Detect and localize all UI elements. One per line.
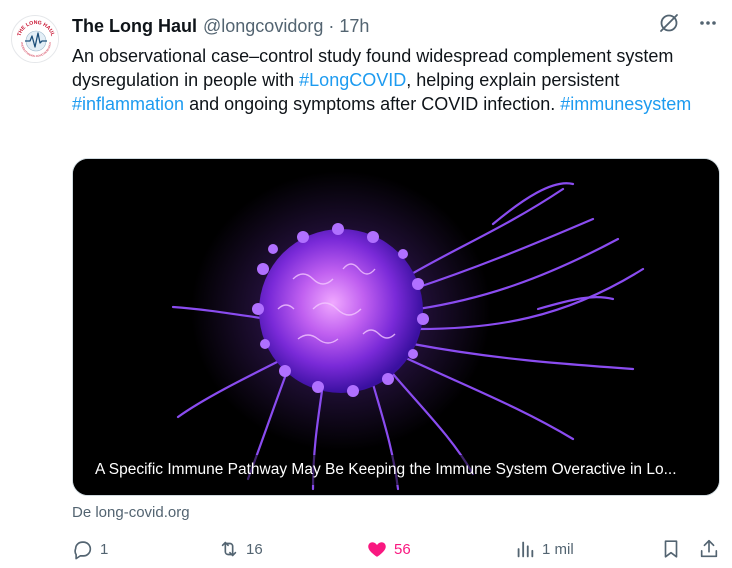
views-count: 1 mil [542,540,574,558]
views-icon [514,538,536,560]
link-card-title[interactable]: A Specific Immune Pathway May Be Keeping… [85,455,687,485]
share-icon [698,538,720,560]
link-card[interactable]: A Specific Immune Pathway May Be Keeping… [72,158,720,496]
share-button[interactable] [698,538,720,560]
bookmark-button[interactable] [660,538,682,560]
repost-button[interactable]: 16 [218,538,263,560]
tweet-text-part: , helping explain persistent [406,70,620,90]
user-handle[interactable]: @longcovidorg [203,16,323,37]
heart-icon [366,538,388,560]
reply-count: 1 [100,540,109,558]
bookmark-icon [660,538,682,560]
grok-icon[interactable] [658,12,680,34]
reply-icon [72,538,94,560]
immune-cell-image [73,159,719,495]
repost-icon [218,538,240,560]
hashtag-inflammation[interactable]: #inflammation [72,94,184,114]
tweet-action-bar: 1 16 56 1 mil [72,538,722,562]
hashtag-longcovid[interactable]: #LongCOVID [299,70,406,90]
like-button[interactable]: 56 [366,538,411,560]
hashtag-immunesystem[interactable]: #immunesystem [560,94,691,114]
tweet-text-part: and ongoing symptoms after COVID infecti… [184,94,561,114]
avatar[interactable]: THE LONG HAUL UNDERSTANDING COVID RESEAR… [11,15,59,63]
like-count: 56 [394,540,411,558]
timestamp[interactable]: 17h [339,16,369,37]
link-source[interactable]: De long-covid.org [72,504,190,521]
tweet-top-actions [658,12,718,34]
display-name[interactable]: The Long Haul [72,16,197,37]
views-button[interactable]: 1 mil [514,538,574,560]
tweet-header: The Long Haul @longcovidorg · 17h [72,14,369,38]
reply-button[interactable]: 1 [72,538,108,560]
repost-count: 16 [246,540,263,558]
separator-dot: · [328,15,335,36]
more-icon[interactable] [698,13,718,33]
tweet-text: An observational case–control study foun… [72,44,712,116]
long-haul-logo: THE LONG HAUL UNDERSTANDING COVID RESEAR… [13,17,58,62]
